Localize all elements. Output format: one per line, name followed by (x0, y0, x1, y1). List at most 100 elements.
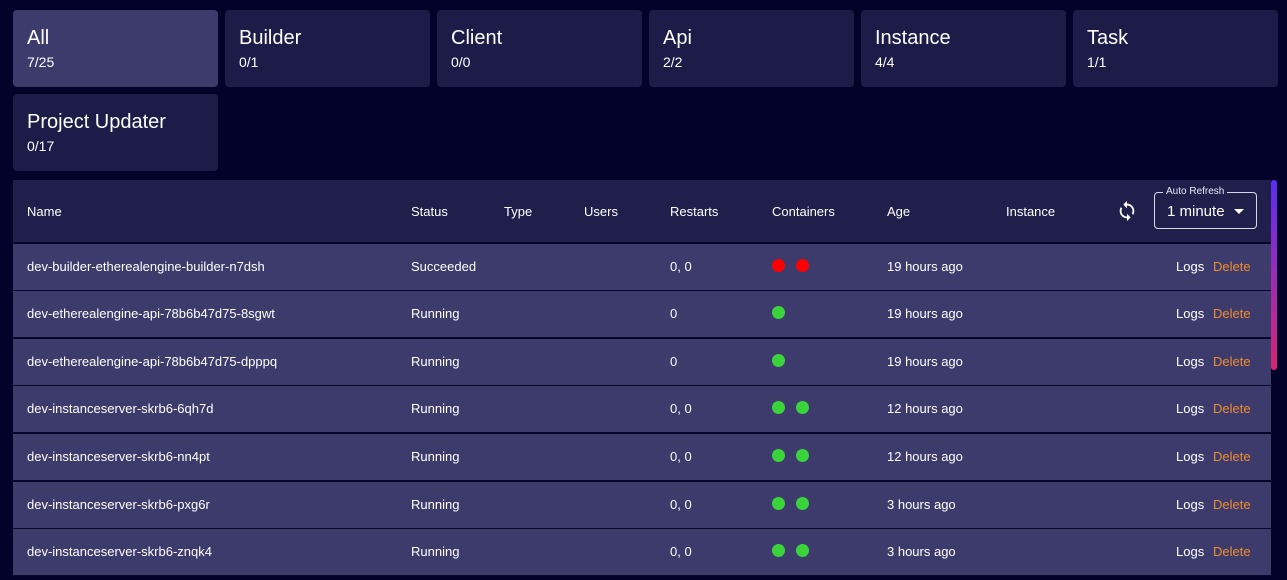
table-row: dev-etherealengine-api-78b6b47d75-8sgwt R… (13, 291, 1271, 338)
container-status (772, 306, 785, 319)
container-status-dot-green (772, 497, 785, 510)
category-card-builder[interactable]: Builder 0/1 (225, 10, 430, 87)
cell-age: 3 hours ago (887, 497, 956, 512)
column-header-containers: Containers (772, 204, 835, 219)
category-card-label: All (27, 27, 50, 49)
container-status (772, 259, 809, 272)
cell-status: Succeeded (411, 259, 477, 274)
cell-name: dev-instanceserver-skrb6-pxg6r (27, 497, 210, 512)
category-card-project-updater[interactable]: Project Updater 0/17 (13, 94, 218, 171)
cell-age: 19 hours ago (887, 259, 963, 274)
cell-name: dev-builder-etherealengine-builder-n7dsh (27, 259, 265, 274)
logs-button[interactable]: Logs (1176, 354, 1204, 369)
cell-status: Running (411, 497, 460, 512)
cell-age: 19 hours ago (887, 306, 963, 321)
delete-button[interactable]: Delete (1213, 544, 1251, 559)
auto-refresh-value: 1 minute (1167, 203, 1225, 220)
delete-button[interactable]: Delete (1213, 401, 1251, 416)
category-card-task[interactable]: Task 1/1 (1073, 10, 1278, 87)
cell-name: dev-etherealengine-api-78b6b47d75-dpppq (27, 354, 278, 369)
category-card-api[interactable]: Api 2/2 (649, 10, 854, 87)
category-card-count: 1/1 (1087, 54, 1107, 70)
category-card-label: Api (663, 27, 692, 49)
logs-button[interactable]: Logs (1176, 449, 1204, 464)
container-status (772, 497, 809, 510)
cell-status: Running (411, 401, 460, 416)
cell-age: 12 hours ago (887, 401, 963, 416)
cell-age: 12 hours ago (887, 449, 963, 464)
logs-button[interactable]: Logs (1176, 497, 1204, 512)
cell-name: dev-instanceserver-skrb6-nn4pt (27, 449, 210, 464)
pods-table: Auto Refresh 1 minute Name Status Type User… (13, 180, 1271, 580)
cell-age: 3 hours ago (887, 544, 956, 559)
category-card-label: Task (1087, 27, 1129, 49)
cell-name: dev-instanceserver-skrb6-znqk4 (27, 544, 212, 559)
column-header-users: Users (584, 204, 618, 219)
category-card-count: 4/4 (875, 54, 895, 70)
auto-refresh-label: Auto Refresh (1163, 186, 1228, 198)
container-status-dot-green (796, 401, 809, 414)
cell-status: Running (411, 544, 460, 559)
column-header-instance: Instance (1006, 204, 1056, 219)
column-header-age: Age (887, 204, 911, 219)
logs-button[interactable]: Logs (1176, 401, 1204, 416)
cell-restarts: 0, 0 (670, 259, 692, 274)
column-header-type: Type (504, 204, 533, 219)
category-card-count: 2/2 (663, 54, 683, 70)
category-card-instance[interactable]: Instance 4/4 (861, 10, 1066, 87)
table-row: dev-instanceserver-skrb6-pxg6r Running 0, … (13, 482, 1271, 529)
scrollbar-thumb[interactable] (1271, 180, 1277, 370)
cell-status: Running (411, 306, 460, 321)
category-card-label: Project Updater (27, 111, 166, 133)
container-status-dot-green (796, 497, 809, 510)
table-header: Auto Refresh 1 minute Name Status Type User… (13, 180, 1271, 243)
column-header-restarts: Restarts (670, 204, 719, 219)
chevron-down-icon (1234, 209, 1244, 214)
category-card-label: Instance (875, 27, 951, 49)
container-status-dot-green (772, 354, 785, 367)
cell-name: dev-etherealengine-api-78b6b47d75-8sgwt (27, 306, 275, 321)
table-row: dev-instanceserver-skrb6-znqk4 Running 0, … (13, 529, 1271, 576)
table-row: dev-builder-etherealengine-builder-n7dsh… (13, 244, 1271, 291)
container-status-dot-green (772, 306, 785, 319)
cell-age: 19 hours ago (887, 354, 963, 369)
container-status-dot-green (796, 449, 809, 462)
cell-restarts: 0 (670, 354, 678, 369)
container-status (772, 544, 809, 557)
delete-button[interactable]: Delete (1213, 306, 1251, 321)
cell-restarts: 0 (670, 306, 678, 321)
table-row: dev-instanceserver-skrb6-nn4pt Running 0, … (13, 434, 1271, 481)
table-row: dev-etherealengine-api-78b6b47d75-dpppq R… (13, 339, 1271, 386)
delete-button[interactable]: Delete (1213, 497, 1251, 512)
cell-restarts: 0, 0 (670, 497, 692, 512)
logs-button[interactable]: Logs (1176, 259, 1204, 274)
cell-restarts: 0, 0 (670, 544, 692, 559)
logs-button[interactable]: Logs (1176, 544, 1204, 559)
category-card-label: Builder (239, 27, 302, 49)
cell-status: Running (411, 354, 460, 369)
category-card-client[interactable]: Client 0/0 (437, 10, 642, 87)
column-header-name: Name (27, 204, 62, 219)
container-status-dot-red (796, 259, 809, 272)
delete-button[interactable]: Delete (1213, 354, 1251, 369)
cell-restarts: 0, 0 (670, 449, 692, 464)
table-row: dev-instanceserver-skrb6-6qh7d Running 0, … (13, 386, 1271, 433)
category-card-count: 7/25 (27, 54, 55, 70)
cell-restarts: 0, 0 (670, 401, 692, 416)
container-status-dot-green (796, 544, 809, 557)
delete-button[interactable]: Delete (1213, 259, 1251, 274)
container-status (772, 449, 809, 462)
auto-refresh-select[interactable]: Auto Refresh 1 minute (1154, 186, 1257, 229)
category-card-count: 0/17 (27, 138, 55, 154)
logs-button[interactable]: Logs (1176, 306, 1204, 321)
category-card-count: 0/1 (239, 54, 259, 70)
container-status-dot-green (772, 449, 785, 462)
category-card-all[interactable]: All 7/25 (13, 10, 218, 87)
refresh-icon[interactable] (1116, 200, 1138, 222)
cell-name: dev-instanceserver-skrb6-6qh7d (27, 401, 214, 416)
category-card-label: Client (451, 27, 503, 49)
container-status (772, 354, 785, 367)
cell-status: Running (411, 449, 460, 464)
delete-button[interactable]: Delete (1213, 449, 1251, 464)
container-status-dot-red (772, 259, 785, 272)
